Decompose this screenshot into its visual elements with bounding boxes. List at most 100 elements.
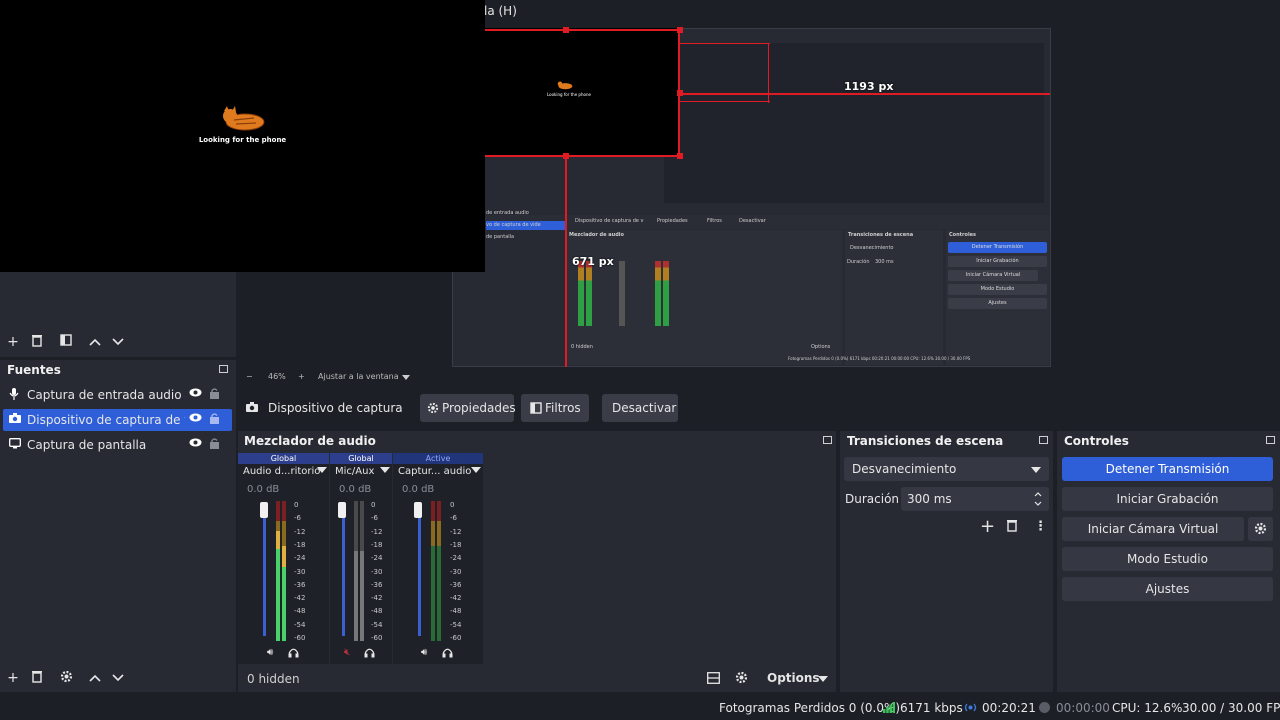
nested-src3: de pantalla (486, 234, 515, 240)
mixer-channel-mic: Global Mic/Aux 0.0 dB 🔇︎ (330, 453, 392, 664)
undock-icon[interactable] (1266, 436, 1275, 444)
start-virtual-camera-button[interactable]: Iniciar Cámara Virtual (1062, 517, 1244, 541)
chevron-down-icon[interactable] (317, 467, 327, 473)
chevron-down-icon[interactable] (402, 375, 410, 380)
handle-top-right[interactable] (677, 27, 683, 33)
channel-name[interactable]: Audio d...ritorio (243, 466, 320, 477)
mini-caption: Looking for the phone (547, 92, 591, 97)
mixer-channel-desktop: Global Audio d...ritorio 0.0 dB 🔊︎ (238, 453, 329, 664)
db-scale-tick: -6 (450, 514, 457, 523)
add-transition-icon[interactable]: + (980, 516, 995, 537)
hidden-count[interactable]: 0 hidden (247, 672, 300, 686)
deactivate-button[interactable]: Desactivar (602, 394, 678, 422)
chevron-down-icon[interactable] (380, 467, 390, 473)
duration-stepper[interactable]: 300 ms (901, 487, 1049, 511)
undock-icon[interactable] (823, 436, 832, 444)
options-button[interactable]: Options (767, 671, 820, 685)
db-scale-tick: -54 (371, 620, 383, 629)
eye-icon[interactable] (189, 387, 202, 400)
filter-scene-icon[interactable] (58, 334, 74, 350)
transitions-title: Transiciones de escena (847, 434, 1004, 448)
virtual-camera-settings-button[interactable] (1248, 517, 1273, 541)
bound-line-bottom (485, 155, 680, 157)
add-source-icon[interactable]: + (5, 670, 21, 686)
headphones-icon[interactable] (442, 647, 453, 661)
more-options-icon[interactable]: ⋮ (1034, 519, 1047, 534)
zoom-in-button[interactable]: + (298, 372, 305, 381)
remove-transition-icon[interactable] (1006, 519, 1018, 535)
undock-icon[interactable] (1039, 436, 1048, 444)
filters-button[interactable]: Filtros (521, 394, 589, 422)
eye-icon[interactable] (189, 437, 202, 450)
db-scale-tick: -36 (371, 580, 383, 589)
source-item-screen-capture[interactable]: Captura de pantalla (3, 434, 232, 456)
remove-source-icon[interactable] (29, 670, 45, 687)
studio-mode-button[interactable]: Modo Estudio (1062, 547, 1273, 571)
lock-icon[interactable] (210, 388, 219, 399)
handle-right[interactable] (677, 90, 683, 96)
settings-button[interactable]: Ajustes (1062, 577, 1273, 601)
stream-time: 00:20:21 (982, 701, 1036, 715)
gear-icon[interactable] (735, 671, 748, 687)
move-up-icon[interactable] (87, 670, 103, 686)
move-up-icon[interactable] (87, 334, 103, 350)
chevron-down-icon[interactable] (471, 467, 481, 473)
db-scale-tick: -30 (450, 567, 462, 576)
muted-speaker-icon[interactable]: 🔇︎ (344, 647, 350, 658)
menu-item-help[interactable]: la (H) (484, 4, 517, 18)
volume-slider-handle[interactable] (338, 502, 346, 518)
move-down-icon[interactable] (110, 334, 126, 350)
handle-bottom-right[interactable] (677, 153, 683, 159)
nested-source-frame: Looking for the phone (485, 28, 680, 157)
stepper-arrows-icon[interactable] (1034, 490, 1042, 508)
transition-select[interactable]: Desvanecimiento (844, 457, 1049, 481)
db-scale-tick: -60 (371, 634, 383, 642)
source-caption: Looking for the phone (198, 136, 287, 144)
mixer-toolbar: 0 hidden Options (238, 666, 836, 692)
speaker-icon[interactable]: 🔊︎ (421, 647, 427, 658)
nested-stop-button: Detener Transmisión (948, 242, 1047, 253)
handle-bottom[interactable] (563, 153, 569, 159)
channel-name[interactable]: Captur... audio (398, 466, 471, 477)
add-scene-icon[interactable]: + (5, 334, 21, 350)
guide-line-vertical (565, 157, 567, 367)
channel-name[interactable]: Mic/Aux (335, 466, 374, 477)
fit-window-select[interactable]: Ajustar a la ventana (318, 372, 399, 381)
remove-scene-icon[interactable] (29, 334, 45, 351)
headphones-icon[interactable] (288, 647, 299, 661)
volume-slider-handle[interactable] (414, 502, 422, 518)
handle-top[interactable] (563, 27, 569, 33)
eye-icon[interactable] (189, 412, 202, 425)
start-recording-button[interactable]: Iniciar Grabación (1062, 487, 1273, 511)
headphones-icon[interactable] (364, 647, 375, 661)
chevron-down-icon[interactable] (818, 676, 828, 682)
lock-icon[interactable] (210, 413, 219, 424)
zoom-out-button[interactable]: − (246, 372, 253, 381)
undock-icon[interactable] (219, 365, 228, 373)
source-item-video-capture[interactable]: Dispositivo de captura de video (3, 409, 232, 431)
nested-mixer-title: Mezclador de audio (569, 232, 624, 238)
db-scale-tick: -48 (450, 607, 462, 616)
volume-slider-handle[interactable] (260, 502, 268, 518)
source-label: Captura de pantalla (27, 438, 147, 452)
nested-studio-button: Modo Estudio (948, 284, 1047, 295)
nested-mixer (566, 230, 842, 365)
volume-slider-track[interactable] (418, 506, 421, 636)
source-toolbar: Dispositivo de captura de video Propieda… (240, 392, 1280, 424)
mixer-channel-capture: Active Captur... audio 0.0 dB 🔊︎ (393, 453, 483, 664)
monitor-icon (9, 438, 21, 450)
speaker-icon[interactable]: 🔊︎ (267, 647, 273, 658)
stop-streaming-button[interactable]: Detener Transmisión (1062, 457, 1273, 481)
source-item-audio-input[interactable]: Captura de entrada audio (3, 384, 232, 406)
gear-icon (427, 402, 439, 414)
cpu-usage: CPU: 12.6% (1112, 701, 1183, 715)
lock-icon[interactable] (210, 438, 219, 449)
properties-button[interactable]: Propiedades (420, 394, 516, 422)
layout-icon[interactable] (707, 672, 720, 687)
source-window[interactable]: Looking for the phone (0, 0, 485, 272)
nested-meter-1 (578, 261, 584, 326)
move-down-icon[interactable] (110, 670, 126, 686)
volume-slider-track[interactable] (263, 506, 266, 636)
volume-slider-track[interactable] (342, 506, 345, 636)
gear-icon[interactable] (58, 670, 74, 687)
